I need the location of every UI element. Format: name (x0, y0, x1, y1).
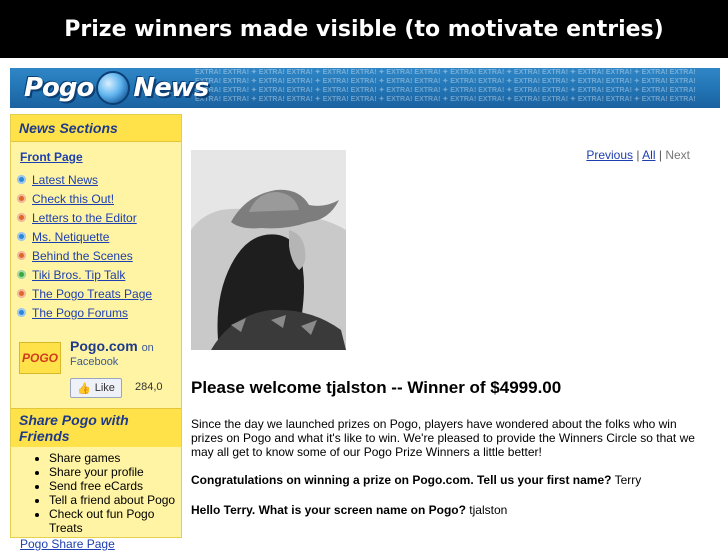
bullet-icon (17, 289, 26, 298)
section-link[interactable]: Behind the Scenes (32, 249, 133, 263)
share-list: Share games Share your profile Send free… (11, 451, 181, 535)
qa-item: Congratulations on winning a prize on Po… (191, 473, 641, 487)
logo-news-text: News (133, 73, 209, 103)
pager-separator: | (658, 148, 662, 162)
winner-photo-image (191, 150, 346, 350)
winner-headline: Please welcome tjalston -- Winner of $49… (191, 378, 562, 397)
main-content: Previous | All | Next Please welcome tja… (191, 114, 720, 538)
winner-photo (191, 150, 346, 350)
facebook-label: Facebook (70, 356, 119, 368)
share-item: Check out fun Pogo Treats (49, 507, 181, 535)
section-link[interactable]: The Pogo Forums (32, 306, 128, 320)
logo-pogo-text: Pogo (24, 73, 94, 103)
bullet-icon (17, 270, 26, 279)
question-text: Hello Terry. What is your screen name on… (191, 503, 466, 517)
next-link: Next (665, 148, 690, 162)
section-item[interactable]: Letters to the Editor (17, 208, 181, 227)
section-link[interactable]: The Pogo Treats Page (32, 287, 152, 301)
pogo-logo-icon[interactable]: POGO (19, 342, 61, 374)
sidebar-heading: News Sections (11, 115, 181, 142)
facebook-page-name[interactable]: Pogo.com on (70, 338, 154, 354)
pager: Previous | All | Next (586, 148, 690, 162)
news-sections-sidebar: News Sections Front Page Latest News Che… (10, 114, 182, 551)
section-item[interactable]: Behind the Scenes (17, 246, 181, 265)
all-link[interactable]: All (642, 148, 655, 162)
bullet-icon (17, 194, 26, 203)
intro-paragraph: Since the day we launched prizes on Pogo… (191, 417, 695, 459)
banner-pattern: EXTRA! EXTRA! ✦ EXTRA! EXTRA! ✦ EXTRA! E… (195, 69, 696, 103)
section-item[interactable]: Tiki Bros. Tip Talk (17, 265, 181, 284)
share-heading: Share Pogo with Friends (11, 409, 181, 447)
section-item[interactable]: The Pogo Treats Page (17, 284, 181, 303)
bullet-icon (17, 175, 26, 184)
section-link[interactable]: Letters to the Editor (32, 211, 137, 225)
share-item: Tell a friend about Pogo (49, 493, 181, 507)
bullet-icon (17, 308, 26, 317)
globe-icon (96, 71, 131, 105)
previous-link[interactable]: Previous (586, 148, 633, 162)
pogo-news-screenshot: EXTRA! EXTRA! ✦ EXTRA! EXTRA! ✦ EXTRA! E… (10, 68, 720, 551)
facebook-like-button[interactable]: 👍 Like (70, 378, 122, 398)
section-link[interactable]: Latest News (32, 173, 98, 187)
share-item: Send free eCards (49, 479, 181, 493)
pogo-news-logo[interactable]: Pogo News (24, 71, 209, 105)
section-item[interactable]: Latest News (17, 170, 181, 189)
front-page-link[interactable]: Front Page (20, 150, 181, 164)
section-link[interactable]: Ms. Netiquette (32, 230, 109, 244)
share-item: Share games (49, 451, 181, 465)
section-item[interactable]: Check this Out! (17, 189, 181, 208)
section-link[interactable]: Check this Out! (32, 192, 114, 206)
share-section: Share Pogo with Friends Share games Shar… (11, 408, 181, 551)
qa-item: Hello Terry. What is your screen name on… (191, 503, 507, 517)
answer-text: Terry (614, 473, 642, 487)
section-item[interactable]: The Pogo Forums (17, 303, 181, 322)
section-item[interactable]: Ms. Netiquette (17, 227, 181, 246)
bullet-icon (17, 251, 26, 260)
bullet-icon (17, 232, 26, 241)
like-count: 284,0 (135, 381, 163, 393)
pager-separator: | (636, 148, 640, 162)
sections-list: Latest News Check this Out! Letters to t… (11, 170, 181, 322)
facebook-widget: POGO Pogo.com on Facebook 👍 Like 284,0 (11, 330, 181, 408)
section-link[interactable]: Tiki Bros. Tip Talk (32, 268, 125, 282)
pogo-news-banner: EXTRA! EXTRA! ✦ EXTRA! EXTRA! ✦ EXTRA! E… (10, 68, 720, 108)
answer-text: tjalston (469, 503, 508, 517)
thumbs-up-icon: 👍 (77, 382, 91, 395)
question-text: Congratulations on winning a prize on Po… (191, 473, 612, 487)
share-item: Share your profile (49, 465, 181, 479)
share-page-link[interactable]: Pogo Share Page (20, 537, 181, 551)
bullet-icon (17, 213, 26, 222)
slide-title: Prize winners made visible (to motivate … (0, 0, 728, 58)
